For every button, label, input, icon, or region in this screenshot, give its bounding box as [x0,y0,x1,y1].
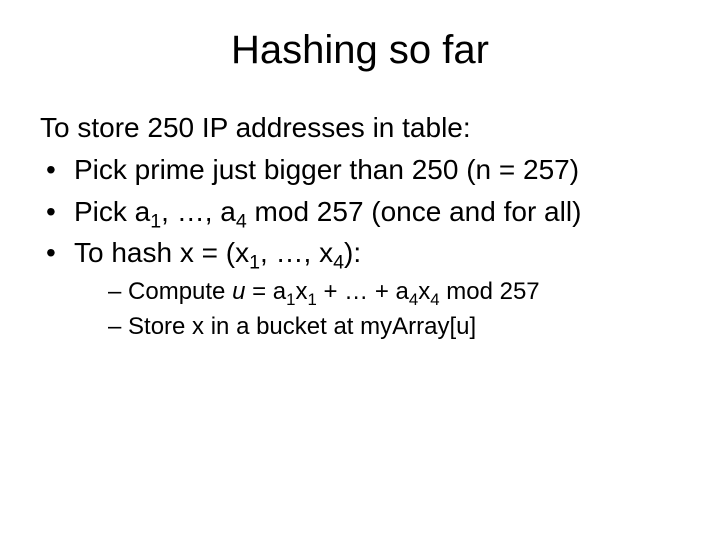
slide: Hashing so far To store 250 IP addresses… [0,0,720,540]
bullet-3-sub1: 1 [249,252,260,274]
sub-list: – Compute u = a1x1 + … + a4x4 mod 257 – … [108,276,680,343]
bullet-2-sub4: 4 [236,210,247,232]
bullet-3-post: ): [344,237,361,268]
sub1-x1: x [295,278,307,305]
bullet-list: Pick prime just bigger than 250 (n = 257… [40,151,680,272]
sub-line-2: – Store x in a bucket at myArray[u] [108,311,680,343]
bullet-3: To hash x = (x1, …, x4): [40,234,680,272]
sub1-pre: – Compute [108,278,232,305]
sub1-eq: = a [245,278,286,305]
sub1-x4s: 4 [430,290,439,309]
bullet-2: Pick a1, …, a4 mod 257 (once and for all… [40,193,680,231]
bullet-1: Pick prime just bigger than 250 (n = 257… [40,151,680,189]
bullet-3-pre: To hash x = (x [74,237,249,268]
bullet-2-pre: Pick a [74,196,150,227]
sub1-mid: + … + a [317,278,409,305]
bullet-3-mid: , …, x [260,237,333,268]
sub1-x4: x [418,278,430,305]
sub1-x1s: 1 [307,290,316,309]
bullet-2-sub1: 1 [150,210,161,232]
sub1-u: u [232,278,245,305]
lead-line: To store 250 IP addresses in table: [40,109,680,147]
bullet-2-mid: , …, a [161,196,236,227]
page-title: Hashing so far [40,28,680,73]
slide-body: To store 250 IP addresses in table: Pick… [40,109,680,343]
bullet-1-text: Pick prime just bigger than 250 (n = 257… [74,154,579,185]
sub1-a4: 4 [409,290,418,309]
sub1-post: mod 257 [440,278,540,305]
sub-line-1: – Compute u = a1x1 + … + a4x4 mod 257 [108,276,680,308]
bullet-3-sub4: 4 [333,252,344,274]
bullet-2-post: mod 257 (once and for all) [247,196,582,227]
